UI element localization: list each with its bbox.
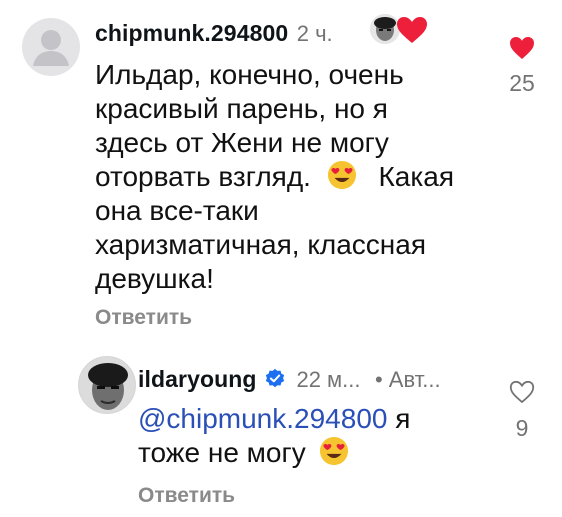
reply-text-fragment: тоже не могу xyxy=(138,437,306,468)
avatar[interactable] xyxy=(22,18,80,76)
verified-badge-icon xyxy=(265,368,285,388)
comment-text-line: она все-таки xyxy=(95,195,259,226)
comment-username[interactable]: chipmunk.294800 xyxy=(95,20,288,46)
reply-username[interactable]: ildaryoung xyxy=(138,366,257,392)
comment-text-line: Ильдар, конечно, очень xyxy=(95,59,404,90)
profile-photo-icon xyxy=(79,357,135,413)
like-count: 25 xyxy=(509,70,535,96)
like-heart-filled-icon[interactable] xyxy=(509,36,535,60)
heart-eyes-emoji-icon xyxy=(327,160,356,190)
reply-button[interactable]: Ответить xyxy=(138,484,235,508)
author-badge: • Авт... xyxy=(374,367,441,392)
mention-link[interactable]: @chipmunk.294800 xyxy=(138,403,387,434)
comment-text-line: харизматичная, классная xyxy=(95,229,426,260)
reply-header: ildaryoung 22 м... • Авт... xyxy=(138,366,441,393)
heart-eyes-emoji-icon xyxy=(320,436,349,466)
comment-text-line: оторвать взгляд. Какая xyxy=(95,160,495,194)
reply-text-line: @chipmunk.294800 я xyxy=(138,402,410,436)
like-heart-outline-icon[interactable] xyxy=(509,380,535,404)
comment-text-line: красивый парень, но я xyxy=(95,93,388,124)
reply-text-line: тоже не могу xyxy=(138,436,410,470)
comment-text-fragment: оторвать взгляд. xyxy=(95,161,311,192)
reply-text: @chipmunk.294800 я тоже не могу xyxy=(138,402,410,470)
comment-text: Ильдар, конечно, очень красивый парень, … xyxy=(95,58,495,296)
comment-text-fragment: Какая xyxy=(378,161,454,192)
reply-button[interactable]: Ответить xyxy=(95,306,192,330)
author-liked-heart-icon xyxy=(397,17,427,43)
comment-header: chipmunk.294800 2 ч. xyxy=(95,20,333,47)
like-count: 9 xyxy=(515,415,529,441)
comment-text-line: здесь от Жени не могу xyxy=(95,127,389,158)
comment-text-line: девушка! xyxy=(95,263,214,294)
reply-time: 22 м... xyxy=(296,367,361,392)
reply-text-fragment: я xyxy=(387,403,411,434)
reply-avatar[interactable] xyxy=(78,356,136,414)
comment-time: 2 ч. xyxy=(296,21,333,46)
default-avatar-icon xyxy=(33,30,69,66)
